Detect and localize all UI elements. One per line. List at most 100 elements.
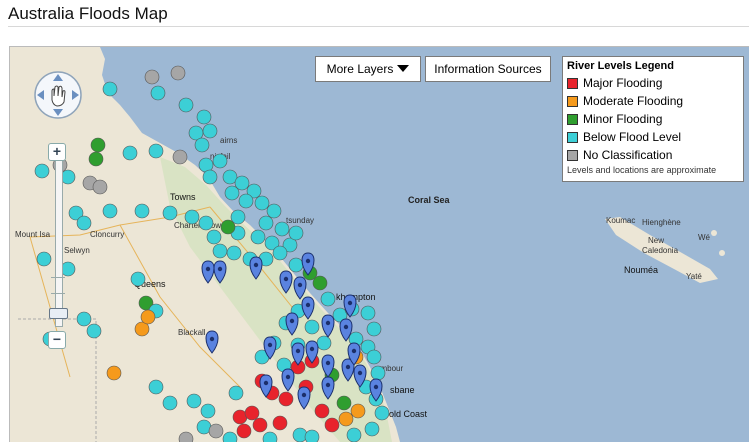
river-gauge-marker[interactable] xyxy=(200,403,216,419)
river-gauge-marker[interactable] xyxy=(364,421,380,437)
river-gauge-marker[interactable] xyxy=(92,179,108,195)
river-gauge-marker[interactable] xyxy=(312,275,328,291)
river-gauge-marker[interactable] xyxy=(34,163,50,179)
map-pin-dot xyxy=(217,266,223,272)
river-gauge-marker[interactable] xyxy=(254,195,270,211)
river-gauge-marker[interactable] xyxy=(236,423,252,439)
river-gauge-marker[interactable] xyxy=(316,335,332,351)
river-gauge-marker[interactable] xyxy=(250,229,266,245)
label-cloncurry: Cloncurry xyxy=(90,230,124,239)
river-gauge-marker[interactable] xyxy=(76,311,92,327)
river-gauge-marker[interactable] xyxy=(86,323,102,339)
river-gauge-marker[interactable] xyxy=(258,215,274,231)
river-gauge-marker[interactable] xyxy=(194,137,210,153)
river-gauge-marker[interactable] xyxy=(360,305,376,321)
river-gauge-marker[interactable] xyxy=(336,395,352,411)
river-gauge-marker[interactable] xyxy=(212,243,228,259)
river-gauge-marker[interactable] xyxy=(366,349,382,365)
more-layers-button[interactable]: More Layers xyxy=(315,56,421,82)
river-gauge-marker[interactable] xyxy=(148,379,164,395)
river-gauge-marker[interactable] xyxy=(272,415,288,431)
river-gauge-marker[interactable] xyxy=(178,97,194,113)
river-gauge-marker[interactable] xyxy=(320,291,336,307)
river-gauge-marker[interactable] xyxy=(162,395,178,411)
river-gauge-marker[interactable] xyxy=(134,203,150,219)
river-gauge-marker[interactable] xyxy=(304,429,320,442)
caret-down-icon xyxy=(397,65,410,73)
river-gauge-marker[interactable] xyxy=(350,403,366,419)
label-whitsunday: tsunday xyxy=(286,216,314,225)
river-gauge-marker[interactable] xyxy=(184,209,200,225)
river-gauge-marker[interactable] xyxy=(60,169,76,185)
river-gauge-marker[interactable] xyxy=(76,215,92,231)
river-gauge-marker[interactable] xyxy=(202,169,218,185)
legend-swatch xyxy=(567,113,578,125)
river-gauge-marker[interactable] xyxy=(374,405,390,421)
river-gauge-marker[interactable] xyxy=(196,109,212,125)
river-gauge-marker[interactable] xyxy=(244,405,260,421)
river-gauge-marker[interactable] xyxy=(220,219,236,235)
legend-title: River Levels Legend xyxy=(567,60,674,72)
river-gauge-marker[interactable] xyxy=(202,123,218,139)
map-pin-dot xyxy=(253,262,259,268)
zoom-slider-handle[interactable] xyxy=(49,308,68,319)
river-gauge-marker[interactable] xyxy=(162,205,178,221)
map-pin-dot xyxy=(305,258,311,264)
river-gauge-marker[interactable] xyxy=(288,257,304,273)
river-gauge-marker[interactable] xyxy=(324,417,340,433)
river-gauge-marker[interactable] xyxy=(144,69,160,85)
river-gauge-marker[interactable] xyxy=(102,203,118,219)
river-gauge-marker[interactable] xyxy=(370,365,386,381)
river-gauge-marker[interactable] xyxy=(266,203,282,219)
river-gauge-marker[interactable] xyxy=(206,229,222,245)
river-gauge-marker[interactable] xyxy=(228,385,244,401)
river-gauge-marker[interactable] xyxy=(122,145,138,161)
map-pin-dot xyxy=(373,384,379,390)
river-gauge-marker[interactable] xyxy=(226,245,242,261)
river-gauge-marker[interactable] xyxy=(148,143,164,159)
river-gauge-marker[interactable] xyxy=(140,309,156,325)
label-mount-isa: Mount Isa xyxy=(15,230,51,239)
river-gauge-marker[interactable] xyxy=(314,403,330,419)
river-gauge-marker[interactable] xyxy=(278,391,294,407)
zoom-in-button[interactable]: + xyxy=(48,143,66,161)
river-gauge-marker[interactable] xyxy=(288,225,304,241)
zoom-slider-track[interactable] xyxy=(55,155,63,327)
zoom-out-button[interactable]: − xyxy=(48,331,66,349)
river-gauge-marker[interactable] xyxy=(172,149,188,165)
river-gauge-marker[interactable] xyxy=(212,153,228,169)
information-sources-button[interactable]: Information Sources xyxy=(425,56,551,82)
river-gauge-marker[interactable] xyxy=(338,411,354,427)
river-gauge-marker[interactable] xyxy=(252,417,268,433)
river-gauge-marker[interactable] xyxy=(366,321,382,337)
label-brisbane: sbane xyxy=(390,385,415,395)
river-gauge-marker[interactable] xyxy=(224,185,240,201)
river-gauge-marker[interactable] xyxy=(346,427,362,442)
river-gauge-marker[interactable] xyxy=(238,193,254,209)
river-gauge-marker[interactable] xyxy=(198,215,214,231)
river-gauge-marker[interactable] xyxy=(150,85,166,101)
map-pin-dot xyxy=(347,300,353,306)
legend-item-none: No Classification xyxy=(567,146,739,164)
loyalty-island xyxy=(719,250,725,256)
river-gauge-marker[interactable] xyxy=(292,427,308,442)
river-gauge-marker[interactable] xyxy=(170,65,186,81)
river-gauge-marker[interactable] xyxy=(208,423,224,439)
label-yate: Yaté xyxy=(686,272,702,281)
river-gauge-marker[interactable] xyxy=(186,393,202,409)
river-gauge-marker[interactable] xyxy=(130,271,146,287)
river-gauge-marker[interactable] xyxy=(102,81,118,97)
pan-control[interactable] xyxy=(33,70,83,120)
river-gauge-marker[interactable] xyxy=(304,319,320,335)
river-gauge-marker[interactable] xyxy=(36,251,52,267)
river-gauge-marker[interactable] xyxy=(60,261,76,277)
river-gauge-marker[interactable] xyxy=(90,137,106,153)
river-gauge-marker[interactable] xyxy=(274,221,290,237)
legend-swatch xyxy=(567,77,578,89)
river-gauge-marker[interactable] xyxy=(106,365,122,381)
river-gauge-marker[interactable] xyxy=(88,151,104,167)
map-canvas[interactable]: Coral Sea airns nisfail Towns Charters T… xyxy=(9,46,749,442)
map-pin-dot xyxy=(209,336,215,342)
map-pin-dot xyxy=(283,276,289,282)
river-gauge-marker[interactable] xyxy=(272,245,288,261)
